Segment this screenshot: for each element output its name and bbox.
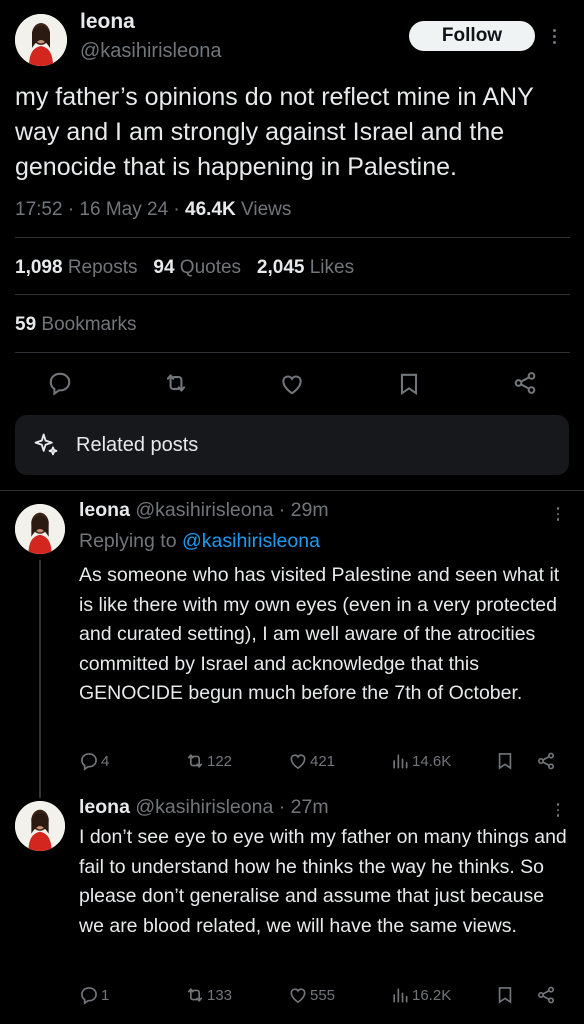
like-action[interactable]: 555	[288, 985, 335, 1005]
share-action[interactable]	[536, 751, 558, 771]
like-icon	[290, 988, 306, 1004]
views-action[interactable]: 14.6K	[390, 751, 451, 771]
like-action[interactable]: 421	[288, 751, 335, 771]
repost-icon	[187, 988, 203, 1002]
repost-action[interactable]: 133	[185, 985, 232, 1005]
reply-handle-time[interactable]: @kasihirisleona · 29m	[135, 499, 328, 521]
repost-action[interactable]: 122	[185, 751, 232, 771]
reply-author-name[interactable]: leona	[79, 499, 130, 521]
divider	[15, 237, 570, 238]
author-name[interactable]: leona	[80, 10, 135, 34]
reply-icon	[81, 987, 97, 1005]
bookmark-action[interactable]	[495, 985, 517, 1005]
views-icon	[393, 754, 408, 769]
like-icon	[290, 754, 306, 770]
related-posts-button[interactable]: Related posts	[15, 415, 569, 475]
author-handle[interactable]: @kasihirisleona	[80, 40, 221, 63]
repost-icon	[187, 754, 203, 768]
replying-to: Replying to @kasihirisleona	[79, 530, 320, 552]
reposts-stat[interactable]: 1,098 Reposts	[15, 257, 138, 278]
avatar[interactable]	[15, 801, 65, 851]
views-label: Views	[235, 199, 292, 220]
likes-stat[interactable]: 2,045 Likes	[257, 257, 354, 278]
avatar[interactable]	[15, 14, 67, 66]
reply-handle-time[interactable]: @kasihirisleona · 27m	[135, 796, 328, 818]
reply-text: I don’t see eye to eye with my father on…	[79, 826, 567, 937]
more-icon[interactable]	[554, 505, 562, 523]
repost-icon[interactable]	[163, 370, 189, 396]
share-action[interactable]	[536, 985, 558, 1005]
views-icon	[393, 988, 408, 1003]
reply-icon[interactable]	[47, 370, 73, 396]
like-icon[interactable]	[279, 371, 305, 397]
reply-header: leona @kasihirisleona · 27m	[79, 796, 329, 819]
replying-to-link[interactable]: @kasihirisleona	[182, 530, 320, 552]
tweet-meta: 17:52 · 16 May 24 · 46.4K Views	[15, 199, 291, 221]
reply-icon	[81, 753, 97, 771]
tweet-text: my father’s opinions do not reflect mine…	[15, 83, 534, 181]
sparkle-icon	[32, 431, 60, 459]
bookmark-icon	[498, 753, 512, 770]
bookmark-icon	[498, 987, 512, 1004]
more-icon[interactable]	[549, 24, 559, 48]
share-icon[interactable]	[512, 370, 538, 396]
bookmark-action[interactable]	[495, 751, 517, 771]
avatar[interactable]	[15, 504, 65, 554]
share-icon	[538, 752, 554, 770]
related-posts-label: Related posts	[76, 433, 199, 456]
divider	[15, 352, 570, 353]
reply-header: leona @kasihirisleona · 29m	[79, 499, 329, 522]
more-icon[interactable]	[554, 801, 562, 819]
bookmarks-stat[interactable]: 59 Bookmarks	[15, 314, 136, 336]
reply-action[interactable]: 1	[79, 985, 109, 1005]
divider	[15, 294, 570, 295]
reply-action[interactable]: 4	[79, 751, 109, 771]
views-count: 46.4K	[185, 199, 236, 220]
divider	[0, 490, 584, 491]
reply-text: As someone who has visited Palestine and…	[79, 564, 560, 704]
follow-button[interactable]: Follow	[409, 21, 535, 51]
share-icon	[538, 986, 554, 1004]
reply-author-name[interactable]: leona	[79, 796, 130, 818]
views-action[interactable]: 16.2K	[390, 985, 451, 1005]
tweet-time: 17:52 · 16 May 24 ·	[15, 199, 186, 220]
thread-line	[39, 560, 41, 798]
bookmark-icon[interactable]	[396, 371, 422, 397]
engagement-stats: 1,098 Reposts 94 Quotes 2,045 Likes	[15, 257, 354, 279]
quotes-stat[interactable]: 94 Quotes	[153, 257, 241, 278]
